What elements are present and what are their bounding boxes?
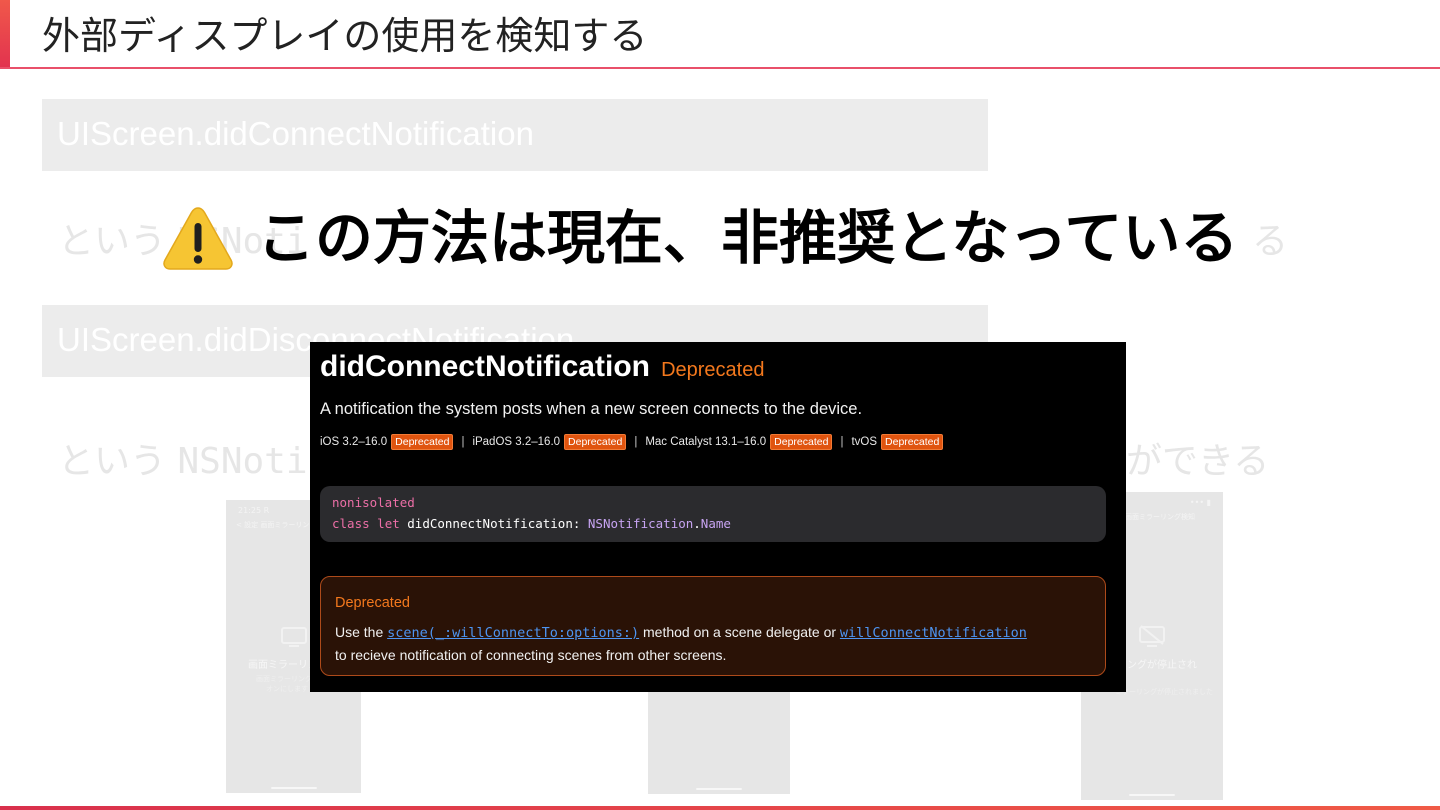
mirroring-stopped-label: リングが停止され	[1117, 660, 1197, 671]
mirroring-label: 画面ミラーリン	[248, 660, 318, 671]
doc-title: didConnectNotification	[320, 350, 650, 383]
faded-text-prefix: という	[58, 221, 167, 262]
deprecated-badge-tvos: Deprecated	[881, 434, 944, 450]
nav-title: < 設定 画面ミラーリング	[236, 521, 317, 529]
home-indicator	[270, 787, 317, 789]
status-icons: ••• ▮	[1189, 498, 1211, 507]
home-indicator	[696, 788, 742, 790]
deprecation-body: Use the scene(_:willConnectTo:options:) …	[335, 621, 1095, 666]
deprecated-badge-mac-catalyst: Deprecated	[770, 434, 833, 450]
faded-text-line-2: という NSNotif	[58, 432, 329, 484]
doc-deprecated-label: Deprecated	[661, 359, 765, 381]
nav-title: 画面ミラーリング検知	[1125, 513, 1195, 521]
warning-text: この方法は現在、非推奨となっている	[257, 204, 1239, 272]
faded-text-code: NSNotif	[177, 441, 330, 482]
faded-text-line-2-end: ができる	[1126, 441, 1270, 482]
status-time: 21:25 R	[238, 506, 270, 515]
code-type-link[interactable]: NSNotification	[588, 516, 693, 531]
platform-separator: |	[634, 436, 638, 448]
deprecated-badge-ios: Deprecated	[391, 434, 454, 450]
deprecation-warning: この方法は現在、非推奨となっている	[162, 200, 1282, 276]
title-divider	[0, 67, 1440, 69]
home-indicator	[1129, 794, 1175, 796]
code-line-declaration: class let didConnectNotification: NSNoti…	[332, 516, 731, 531]
title-accent-bar	[0, 0, 10, 68]
declaration-code-block: nonisolated class let didConnectNotifica…	[320, 486, 1106, 542]
display-icon	[281, 627, 307, 647]
code-property-name: didConnectNotification:	[407, 516, 581, 531]
warning-sign-icon	[163, 207, 233, 270]
platform-tvos: tvOS	[851, 436, 878, 448]
doc-title-row: didConnectNotification Deprecated	[320, 350, 764, 384]
faded-text-prefix: という	[58, 441, 167, 482]
phone-screenshot-middle	[648, 690, 790, 794]
availability-row: iOS 3.2–16.0 Deprecated | iPadOS 3.2–16.…	[320, 434, 944, 450]
bottom-accent-bar	[0, 806, 1440, 810]
faded-code-box-connect: UIScreen.didConnectNotification	[42, 99, 988, 171]
deprecated-badge-ipados: Deprecated	[564, 434, 627, 450]
platform-mac-catalyst: Mac Catalyst 13.1–16.0	[645, 436, 767, 448]
faded-code-connect: UIScreen.didConnectNotification	[57, 115, 534, 152]
platform-ipados: iPadOS 3.2–16.0	[472, 436, 561, 448]
display-off-icon	[1139, 625, 1165, 647]
code-line-modifier: nonisolated	[332, 495, 415, 510]
will-connect-notification-link[interactable]: willConnectNotification	[840, 625, 1027, 641]
platform-separator: |	[461, 436, 465, 448]
mirroring-sub-label-2: オンにします	[266, 685, 308, 693]
deprecation-heading: Deprecated	[335, 595, 410, 611]
code-keyword-let: let	[377, 516, 400, 531]
deprecation-text: Use the	[335, 624, 388, 640]
mirroring-stopped-sub-label: ミラーリングが停止されました	[1115, 688, 1213, 696]
code-keyword-class: class	[332, 516, 370, 531]
scene-will-connect-link[interactable]: scene(_:willConnectTo:options:)	[387, 625, 639, 641]
deprecation-text: to recieve notification of connecting sc…	[335, 647, 727, 663]
doc-description: A notification the system posts when a n…	[320, 400, 863, 418]
platform-ios: iOS 3.2–16.0	[320, 436, 388, 448]
code-type-name[interactable]: Name	[701, 516, 731, 531]
deprecation-text: method on a scene delegate or	[639, 624, 840, 640]
slide-title: 外部ディスプレイの使用を検知する	[42, 14, 648, 58]
code-dot: .	[693, 516, 701, 531]
api-documentation-panel: didConnectNotification Deprecated A noti…	[310, 342, 1126, 692]
platform-separator: |	[840, 436, 844, 448]
deprecation-notice: Deprecated Use the scene(_:willConnectTo…	[320, 576, 1106, 676]
